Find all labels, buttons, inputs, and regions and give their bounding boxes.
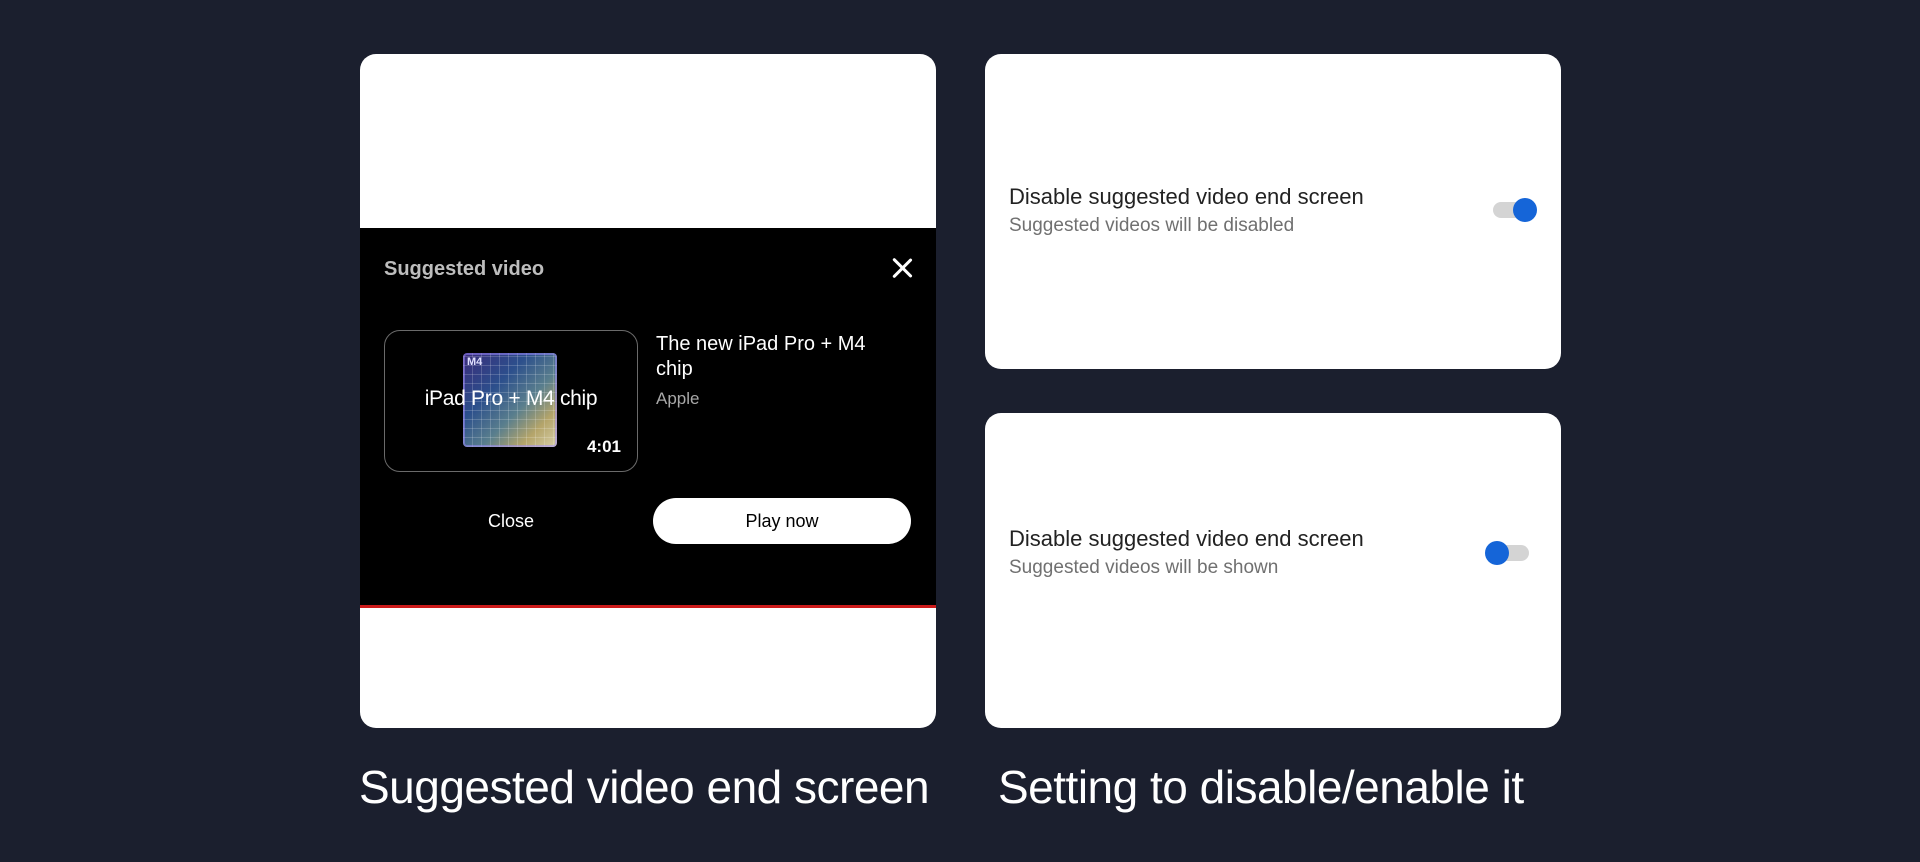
end-screen-heading: Suggested video: [384, 258, 545, 280]
disable-end-screen-toggle-on[interactable]: [1491, 195, 1537, 223]
toggle-knob: [1485, 541, 1509, 565]
play-now-button[interactable]: Play now: [653, 498, 911, 544]
video-thumbnail[interactable]: M4 iPad Pro + M4 chip 4:01: [384, 330, 638, 472]
toggle-knob: [1513, 198, 1537, 222]
video-title[interactable]: The new iPad Pro + M4 chip: [656, 332, 896, 382]
setting-title: Disable suggested video end screen: [1009, 526, 1364, 551]
setting-card-disabled: Disable suggested video end screen Sugge…: [985, 413, 1561, 728]
end-screen-preview-card: Suggested video M4 iPad Pro + M4 chip 4:…: [360, 54, 936, 728]
setting-subtitle: Suggested videos will be shown: [1009, 557, 1279, 578]
caption-setting: Setting to disable/enable it: [998, 761, 1524, 813]
disable-end-screen-toggle-off[interactable]: [1485, 538, 1533, 566]
close-button[interactable]: Close: [384, 498, 638, 544]
caption-end-screen: Suggested video end screen: [359, 761, 930, 813]
channel-name[interactable]: Apple: [656, 389, 699, 409]
setting-card-enabled: Disable suggested video end screen Sugge…: [985, 54, 1561, 369]
setting-subtitle: Suggested videos will be disabled: [1009, 215, 1295, 236]
video-duration: 4:01: [586, 437, 621, 456]
thumbnail-title: iPad Pro + M4 chip: [424, 387, 598, 410]
close-icon[interactable]: [887, 253, 917, 283]
setting-title: Disable suggested video end screen: [1009, 184, 1364, 209]
progress-bar: [360, 605, 936, 608]
chip-label: M4: [467, 356, 483, 368]
suggested-video-end-screen: Suggested video M4 iPad Pro + M4 chip 4:…: [360, 228, 936, 608]
